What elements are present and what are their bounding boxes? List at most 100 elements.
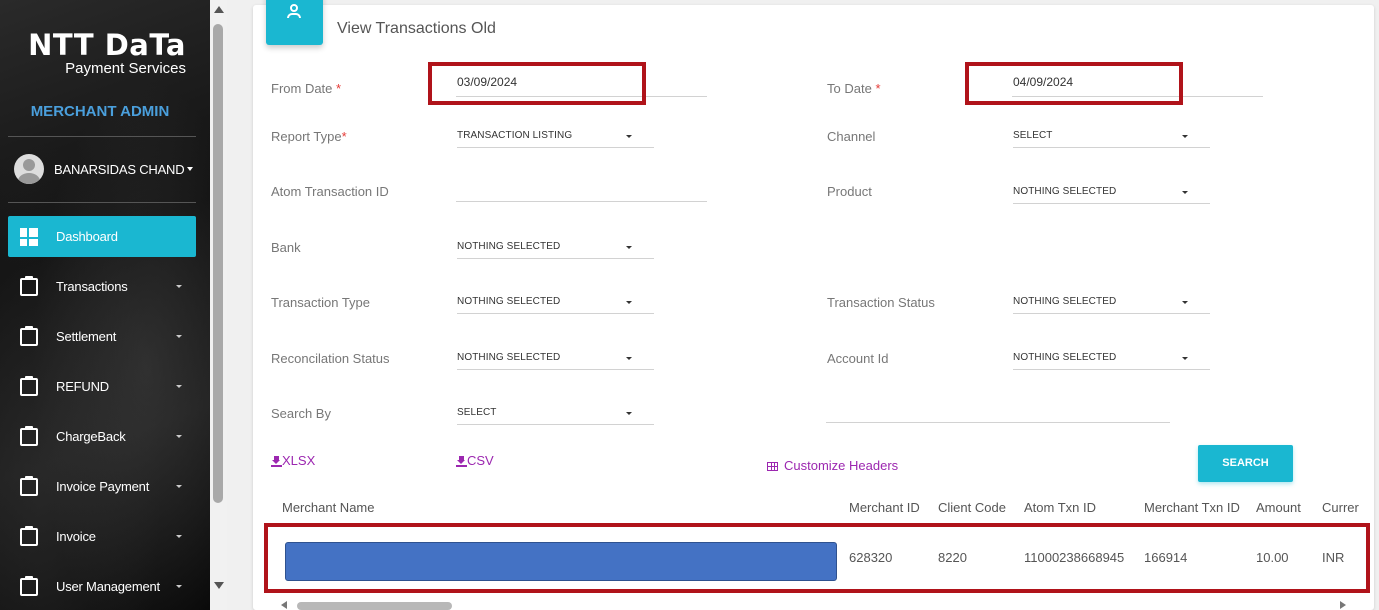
column-header-merchant-id[interactable]: Merchant ID	[849, 500, 920, 515]
sidebar-item-label: Settlement	[56, 329, 117, 344]
clipboard-icon	[20, 475, 38, 496]
clipboard-icon	[20, 425, 38, 446]
sidebar-item-label: User Management	[56, 579, 160, 594]
transaction-type-select[interactable]: NOTHING SELECTED	[457, 296, 654, 314]
dropdown-caret-icon	[1182, 191, 1188, 194]
logo-sub-text: Payment Services	[65, 60, 186, 77]
dropdown-caret-icon	[1182, 301, 1188, 304]
scroll-right-arrow-icon[interactable]	[1340, 601, 1346, 609]
to-date-label: To Date *	[827, 81, 881, 96]
clipboard-icon	[20, 525, 38, 546]
sidebar-item-label: Transactions	[56, 279, 128, 294]
sidebar-item-dashboard[interactable]: Dashboard	[8, 216, 196, 257]
card-header-badge	[266, 0, 323, 45]
clipboard-icon	[20, 575, 38, 596]
download-icon	[271, 456, 282, 467]
column-header-merchant-name[interactable]: Merchant Name	[282, 500, 374, 515]
redacted-merchant-name	[285, 542, 837, 581]
scroll-up-arrow-icon[interactable]	[214, 6, 224, 13]
scrollbar-thumb[interactable]	[213, 24, 223, 503]
report-type-label: Report Type*	[271, 129, 347, 144]
export-csv-link[interactable]: CSV	[456, 453, 494, 468]
avatar	[14, 154, 44, 184]
sidebar-scrollbar[interactable]	[210, 0, 227, 610]
chevron-down-icon	[176, 285, 182, 288]
sidebar-item-user-management[interactable]: User Management	[8, 566, 196, 607]
sidebar-item-refund[interactable]: REFUND	[8, 366, 196, 407]
transaction-status-select[interactable]: NOTHING SELECTED	[1013, 296, 1210, 314]
product-select[interactable]: NOTHING SELECTED	[1013, 186, 1210, 204]
horizontal-scrollbar-thumb[interactable]	[297, 602, 452, 610]
cell-currency: INR	[1322, 550, 1345, 565]
column-header-merchant-txn-id[interactable]: Merchant Txn ID	[1144, 500, 1240, 515]
page-title: View Transactions Old	[337, 20, 496, 37]
bank-select[interactable]: NOTHING SELECTED	[457, 241, 654, 259]
dashboard-icon	[20, 227, 38, 246]
account-id-select[interactable]: NOTHING SELECTED	[1013, 352, 1210, 370]
search-button[interactable]: SEARCH	[1198, 445, 1293, 482]
dropdown-caret-icon	[626, 246, 632, 249]
table-grid-icon	[767, 462, 778, 471]
cell-atom-txn-id: 11000238668945	[1024, 550, 1125, 565]
report-type-select[interactable]: TRANSACTION LISTING	[457, 130, 654, 148]
chevron-down-icon	[176, 335, 182, 338]
required-mark: *	[875, 81, 881, 96]
chevron-down-icon	[176, 535, 182, 538]
user-name: BANARSIDAS CHAND	[54, 161, 185, 177]
bank-label: Bank	[271, 240, 301, 255]
column-header-amount[interactable]: Amount	[1256, 500, 1301, 515]
dropdown-caret-icon	[626, 412, 632, 415]
required-mark: *	[341, 129, 347, 144]
sidebar-item-settlement[interactable]: Settlement	[8, 316, 196, 357]
sidebar-divider	[8, 202, 196, 203]
search-by-select[interactable]: SELECT	[457, 407, 654, 425]
clipboard-icon	[20, 375, 38, 396]
dropdown-caret-icon	[1182, 357, 1188, 360]
sidebar-item-invoice[interactable]: Invoice	[8, 516, 196, 557]
reconcilation-status-select[interactable]: NOTHING SELECTED	[457, 352, 654, 370]
column-header-atom-txn-id[interactable]: Atom Txn ID	[1024, 500, 1096, 515]
column-header-currency[interactable]: Currer	[1322, 500, 1359, 515]
reconcilation-status-label: Reconcilation Status	[271, 351, 390, 366]
account-id-label: Account Id	[827, 351, 889, 366]
chevron-down-icon	[176, 485, 182, 488]
highlight-box	[965, 62, 1183, 105]
channel-label: Channel	[827, 129, 876, 144]
sidebar-item-invoice-payment[interactable]: Invoice Payment	[8, 466, 196, 507]
logo-main-text: NTT DaTa	[28, 28, 186, 62]
channel-select[interactable]: SELECT	[1013, 130, 1210, 148]
cell-amount: 10.00	[1256, 550, 1289, 565]
sidebar-item-label: ChargeBack	[56, 429, 126, 444]
atom-transaction-id-underline	[456, 201, 707, 202]
sidebar-item-label: Invoice	[56, 529, 96, 544]
chevron-down-icon	[187, 167, 194, 171]
scroll-left-arrow-icon[interactable]	[281, 601, 287, 609]
column-header-client-code[interactable]: Client Code	[938, 500, 1006, 515]
transaction-status-label: Transaction Status	[827, 295, 935, 310]
user-menu[interactable]: BANARSIDAS CHAND	[14, 154, 194, 184]
person-icon	[287, 4, 301, 18]
dropdown-caret-icon	[626, 357, 632, 360]
sidebar-item-transactions[interactable]: Transactions	[8, 266, 196, 307]
transaction-type-label: Transaction Type	[271, 295, 370, 310]
customize-headers-link[interactable]: Customize Headers	[767, 458, 898, 473]
from-date-label: From Date *	[271, 81, 342, 96]
dropdown-caret-icon	[626, 301, 632, 304]
dropdown-caret-icon	[626, 135, 632, 138]
cell-merchant-id: 628320	[849, 550, 893, 565]
search-by-input-underline	[826, 422, 1170, 423]
sidebar-item-label: REFUND	[56, 379, 109, 394]
download-icon	[456, 456, 467, 467]
ntt-data-logo: NTT DaTa Payment Services	[26, 30, 186, 78]
sidebar-item-chargeback[interactable]: ChargeBack	[8, 416, 196, 457]
atom-transaction-id-label: Atom Transaction ID	[271, 184, 389, 199]
chevron-down-icon	[176, 435, 182, 438]
search-by-label: Search By	[271, 406, 331, 421]
scroll-down-arrow-icon[interactable]	[214, 582, 224, 589]
export-xlsx-link[interactable]: XLSX	[271, 453, 315, 468]
cell-client-code: 8220	[938, 550, 967, 565]
sidebar-item-label: Dashboard	[56, 229, 118, 244]
clipboard-icon	[20, 325, 38, 346]
chevron-down-icon	[176, 385, 182, 388]
cell-merchant-txn-id: 166914	[1144, 550, 1188, 565]
